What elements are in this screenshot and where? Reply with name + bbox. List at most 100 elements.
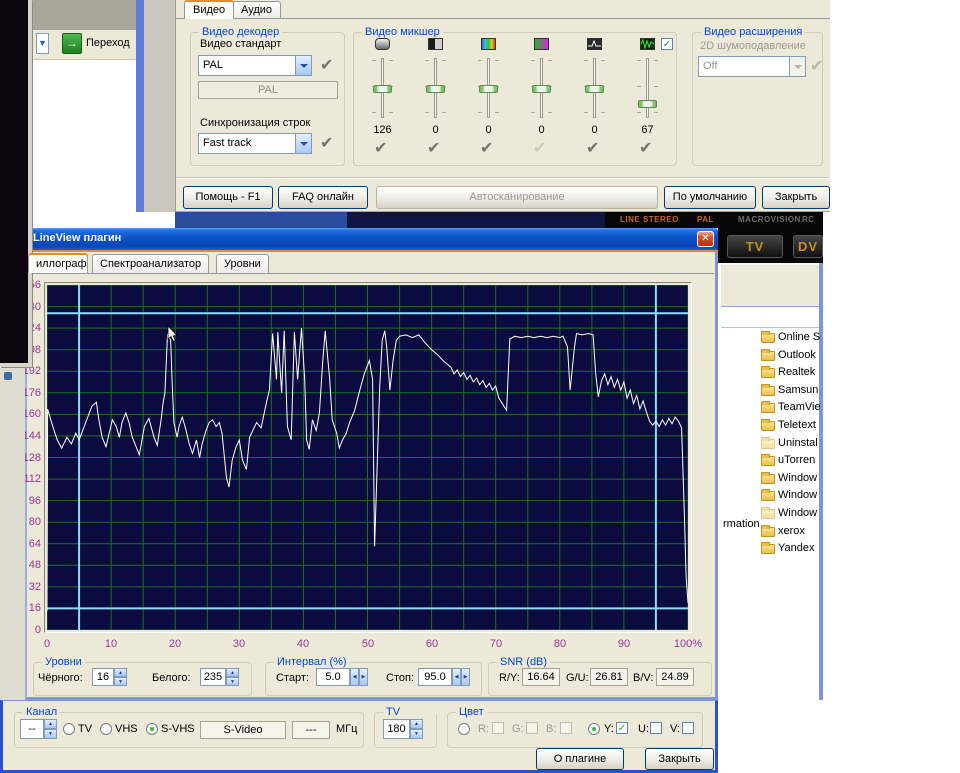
faq-button[interactable]: FAQ онлайн [278, 186, 368, 209]
radio-tv[interactable] [63, 723, 75, 735]
folder-name: Yandex [778, 542, 815, 554]
tab-video[interactable]: Видео [184, 0, 234, 19]
separator [176, 178, 829, 179]
apply-check-icon[interactable]: ✔ [374, 138, 387, 158]
u-label: U: [638, 723, 649, 735]
tick [654, 60, 658, 61]
start-input[interactable]: 5.0 [316, 668, 350, 686]
dropdown-arrow-icon[interactable] [295, 134, 311, 153]
go-arrow-button[interactable]: → [62, 33, 82, 54]
mixer-slider[interactable]: 0 ✔ [515, 38, 568, 162]
about-plugin-button[interactable]: О плагине [536, 748, 624, 770]
start-stepper[interactable]: ◀▶ [350, 668, 368, 686]
slider-track[interactable] [646, 58, 649, 118]
sync-label: Синхронизация строк [200, 117, 310, 129]
tab-spectrum-analyzer[interactable]: Спектроанализатор [92, 254, 209, 274]
channel-number-input[interactable]: -- [20, 719, 44, 739]
tab-audio[interactable]: Аудио [232, 1, 281, 19]
go-button-label[interactable]: Переход [86, 37, 138, 49]
folder-item[interactable]: Realtek [758, 365, 820, 383]
folder-item[interactable]: Uninstal [758, 436, 820, 454]
white-level-input[interactable]: 235 [200, 668, 226, 686]
apply-check-icon[interactable]: ✔ [639, 138, 652, 158]
video-standard-select[interactable]: PAL [198, 55, 312, 76]
mixer-slider[interactable]: ✓ 67 ✔ [621, 38, 674, 162]
apply-check-icon[interactable]: ✔ [320, 55, 333, 75]
channel-stepper[interactable]: ▲▼ [44, 719, 57, 739]
slider-thumb[interactable] [585, 85, 604, 93]
black-level-stepper[interactable]: ▲▼ [114, 668, 127, 686]
mixer-slider[interactable]: 0 ✔ [568, 38, 621, 162]
tab-levels[interactable]: Уровни [216, 254, 269, 274]
folder-item[interactable]: uTorren [758, 453, 820, 471]
enable-checkbox[interactable]: ✓ [661, 38, 673, 50]
folder-item[interactable]: xerox [758, 524, 820, 542]
apply-check-icon: ✔ [810, 56, 823, 76]
apply-check-icon[interactable]: ✔ [320, 133, 333, 153]
folder-item[interactable]: Teletext [758, 418, 820, 436]
slider-value: 126 [356, 124, 409, 136]
mixer-slider[interactable]: 0 ✔ [462, 38, 515, 162]
folder-name: Window [778, 472, 817, 484]
close-plugin-button[interactable]: Закрыть [645, 748, 714, 770]
tv-line-input[interactable]: 180 [383, 719, 410, 739]
u-checkbox[interactable] [650, 722, 662, 734]
folder-item[interactable]: TeamVie [758, 400, 820, 418]
black-level-input[interactable]: 16 [92, 668, 114, 686]
apply-check-icon[interactable]: ✔ [533, 138, 546, 158]
folder-name: TeamVie [778, 401, 820, 413]
oscilloscope-plot[interactable] [47, 285, 688, 630]
snr-gu-label: G/U: [566, 672, 589, 684]
white-level-stepper[interactable]: ▲▼ [226, 668, 239, 686]
sync-select[interactable]: Fast track [198, 133, 312, 154]
video-extensions-group: Видео расширения [692, 32, 823, 166]
folder-name: Outlook [778, 349, 816, 361]
folder-item[interactable]: Window [758, 488, 820, 506]
stop-input[interactable]: 95.0 [418, 668, 452, 686]
slider-thumb[interactable] [373, 85, 392, 93]
chevron-down-icon[interactable]: ▼ [36, 33, 49, 54]
mixer-slider[interactable]: 0 ✔ [409, 38, 462, 162]
y-checkbox[interactable]: ✓ [616, 722, 628, 734]
slider-thumb[interactable] [532, 85, 551, 93]
folder-item[interactable]: Yandex [758, 541, 820, 559]
slider-thumb[interactable] [479, 85, 498, 93]
folder-icon [761, 544, 775, 554]
dv-mode-button[interactable]: DV [793, 235, 823, 258]
apply-check-icon[interactable]: ✔ [586, 138, 599, 158]
radio-svhs-label[interactable]: S-VHS [161, 723, 195, 735]
folder-item[interactable]: Online S [758, 330, 820, 348]
radio-tv-label[interactable]: TV [78, 723, 92, 735]
radio-svhs[interactable] [146, 723, 158, 735]
close-icon[interactable]: ✕ [697, 231, 714, 247]
tv-mode-button[interactable]: TV [727, 235, 783, 258]
apply-check-icon[interactable]: ✔ [427, 138, 440, 158]
radio-rgb[interactable] [458, 723, 470, 735]
status-indicator: MACROVISION [738, 215, 801, 224]
folder-icon [761, 439, 775, 449]
folder-item[interactable]: Window [758, 471, 820, 489]
skin-strip-left [175, 212, 347, 228]
close-settings-button[interactable]: Закрыть [762, 186, 830, 209]
mixer-slider[interactable]: 126 ✔ [356, 38, 409, 162]
folder-item[interactable]: Samsun [758, 383, 820, 401]
slider-thumb[interactable] [426, 85, 445, 93]
dropdown-arrow-icon[interactable] [295, 56, 311, 75]
lineview-titlebar[interactable]: LineView плагин ✕ [25, 228, 718, 250]
folder-item[interactable]: Outlook [758, 348, 820, 366]
defaults-button[interactable]: По умолчанию [664, 186, 756, 209]
apply-check-icon[interactable]: ✔ [480, 138, 493, 158]
radio-vhs-label[interactable]: VHS [115, 723, 138, 735]
v-checkbox[interactable] [682, 722, 694, 734]
slider-thumb[interactable] [638, 100, 657, 108]
autoscan-button: Автосканирование [376, 186, 658, 209]
tv-line-stepper[interactable]: ▲▼ [410, 719, 423, 739]
radio-vhs[interactable] [100, 723, 112, 735]
b-checkbox [560, 722, 572, 734]
help-button[interactable]: Помощь - F1 [183, 186, 273, 209]
folder-item[interactable]: Window [758, 506, 820, 524]
tab-oscillograph[interactable]: иллограф [28, 253, 88, 273]
stop-stepper[interactable]: ◀▶ [452, 668, 470, 686]
radio-yuv[interactable] [588, 723, 600, 735]
slider-value: 67 [621, 124, 674, 136]
